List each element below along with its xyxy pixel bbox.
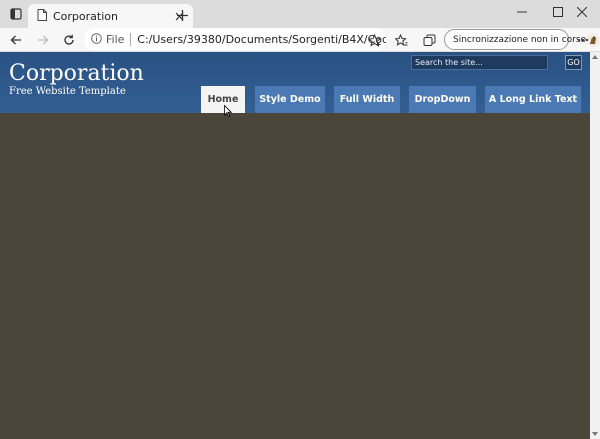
sync-status-button[interactable]: Sincronizzazione non in corso bbox=[444, 29, 600, 50]
vertical-scrollbar[interactable] bbox=[590, 52, 600, 439]
address-bar[interactable]: File C:/Users/39380/Documents/Sorgenti/B… bbox=[84, 28, 386, 51]
page-viewport: Corporation Free Website Template GO Hom… bbox=[0, 52, 590, 439]
scroll-up-icon[interactable] bbox=[590, 52, 600, 62]
back-button[interactable] bbox=[5, 29, 27, 51]
favorites-icon[interactable] bbox=[390, 29, 412, 51]
new-tab-button[interactable] bbox=[173, 6, 191, 24]
address-divider bbox=[130, 33, 132, 46]
site-header: Corporation Free Website Template GO Hom… bbox=[0, 52, 590, 113]
nav-full-width[interactable]: Full Width bbox=[334, 86, 400, 113]
refresh-button[interactable] bbox=[58, 29, 80, 51]
page-icon bbox=[37, 8, 47, 24]
info-icon[interactable] bbox=[91, 32, 102, 47]
address-scheme: File bbox=[106, 33, 125, 46]
page-content-area bbox=[0, 113, 590, 439]
browser-toolbar: File C:/Users/39380/Documents/Sorgenti/B… bbox=[0, 28, 600, 52]
close-window-button[interactable] bbox=[564, 0, 600, 24]
add-favorite-icon[interactable] bbox=[363, 29, 385, 51]
tab-title: Corporation bbox=[53, 9, 118, 23]
scroll-down-icon[interactable] bbox=[590, 429, 600, 439]
sync-status-label: Sincronizzazione non in corso bbox=[453, 34, 587, 45]
nav-home[interactable]: Home bbox=[201, 86, 245, 113]
site-search-input[interactable] bbox=[411, 55, 548, 70]
nav-long-link[interactable]: A Long Link Text bbox=[485, 86, 581, 113]
site-logo[interactable]: Corporation bbox=[9, 61, 144, 86]
tab-actions-icon[interactable] bbox=[8, 6, 24, 22]
nav-dropdown[interactable]: DropDown bbox=[409, 86, 476, 113]
browser-tab[interactable]: Corporation bbox=[28, 4, 193, 28]
more-options-icon[interactable] bbox=[572, 29, 594, 51]
mouse-pointer-icon bbox=[224, 104, 233, 117]
search-go-button[interactable]: GO bbox=[565, 55, 582, 70]
address-url[interactable]: C:/Users/39380/Documents/Sorgenti/B4X/Co… bbox=[137, 33, 386, 46]
forward-button[interactable] bbox=[32, 29, 54, 51]
tab-strip: Corporation bbox=[0, 0, 600, 28]
minimize-button[interactable] bbox=[504, 0, 540, 24]
collections-icon[interactable] bbox=[418, 29, 440, 51]
nav-style-demo[interactable]: Style Demo bbox=[255, 86, 325, 113]
site-slogan: Free Website Template bbox=[9, 86, 126, 97]
